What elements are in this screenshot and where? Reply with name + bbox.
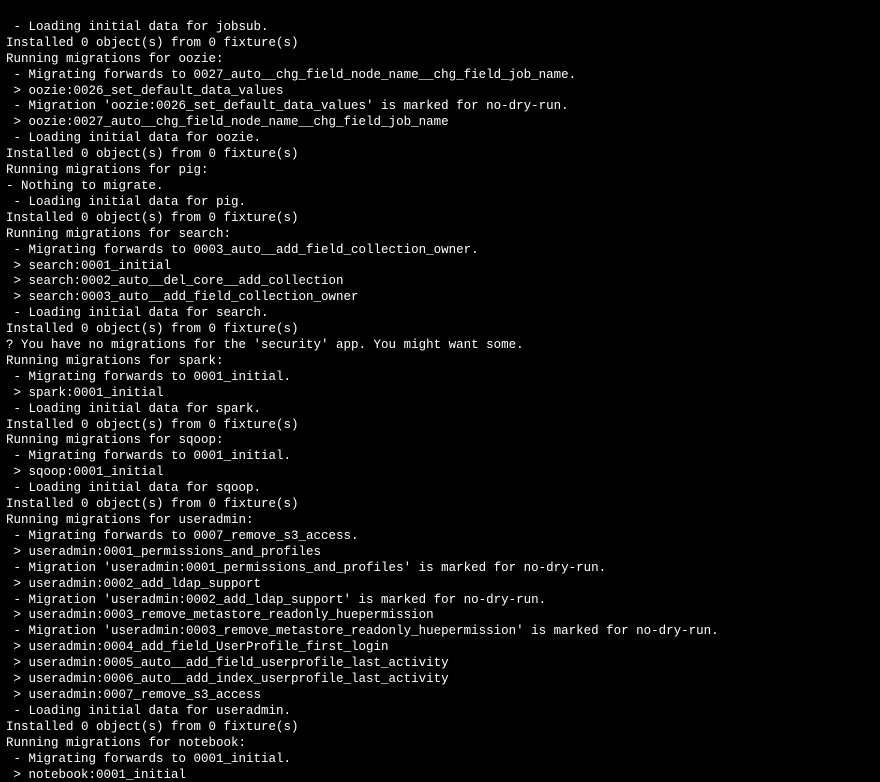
output-line: Running migrations for notebook: <box>6 736 874 752</box>
output-line: > useradmin:0005_auto__add_field_userpro… <box>6 656 874 672</box>
output-line: - Loading initial data for search. <box>6 306 874 322</box>
output-line: > useradmin:0001_permissions_and_profile… <box>6 545 874 561</box>
output-line: > useradmin:0002_add_ldap_support <box>6 577 874 593</box>
output-line: Running migrations for useradmin: <box>6 513 874 529</box>
output-line: Running migrations for oozie: <box>6 52 874 68</box>
output-line: - Migration 'useradmin:0001_permissions_… <box>6 561 874 577</box>
output-line: > useradmin:0004_add_field_UserProfile_f… <box>6 640 874 656</box>
output-line: - Migration 'useradmin:0002_add_ldap_sup… <box>6 593 874 609</box>
output-line: Running migrations for sqoop: <box>6 433 874 449</box>
output-line: > spark:0001_initial <box>6 386 874 402</box>
output-line: - Migration 'oozie:0026_set_default_data… <box>6 99 874 115</box>
output-line: > sqoop:0001_initial <box>6 465 874 481</box>
terminal-output[interactable]: - Loading initial data for jobsub.Instal… <box>0 0 880 782</box>
output-line: Installed 0 object(s) from 0 fixture(s) <box>6 720 874 736</box>
output-line: Installed 0 object(s) from 0 fixture(s) <box>6 418 874 434</box>
output-line: - Migrating forwards to 0001_initial. <box>6 370 874 386</box>
output-line: Installed 0 object(s) from 0 fixture(s) <box>6 322 874 338</box>
output-line: Installed 0 object(s) from 0 fixture(s) <box>6 147 874 163</box>
output-line: > oozie:0027_auto__chg_field_node_name__… <box>6 115 874 131</box>
output-line: Running migrations for pig: <box>6 163 874 179</box>
output-line: - Loading initial data for sqoop. <box>6 481 874 497</box>
output-line: - Migrating forwards to 0007_remove_s3_a… <box>6 529 874 545</box>
output-line: - Migration 'useradmin:0003_remove_metas… <box>6 624 874 640</box>
output-line: - Loading initial data for spark. <box>6 402 874 418</box>
output-line: > useradmin:0006_auto__add_index_userpro… <box>6 672 874 688</box>
output-line: - Migrating forwards to 0027_auto__chg_f… <box>6 68 874 84</box>
output-line: > search:0002_auto__del_core__add_collec… <box>6 274 874 290</box>
output-line: Running migrations for search: <box>6 227 874 243</box>
output-line: - Loading initial data for useradmin. <box>6 704 874 720</box>
output-line: Installed 0 object(s) from 0 fixture(s) <box>6 36 874 52</box>
output-line: - Migrating forwards to 0001_initial. <box>6 752 874 768</box>
output-line: Installed 0 object(s) from 0 fixture(s) <box>6 211 874 227</box>
output-line: Installed 0 object(s) from 0 fixture(s) <box>6 497 874 513</box>
output-line: > search:0001_initial <box>6 259 874 275</box>
output-line: > useradmin:0007_remove_s3_access <box>6 688 874 704</box>
output-line: ? You have no migrations for the 'securi… <box>6 338 874 354</box>
output-line: Running migrations for spark: <box>6 354 874 370</box>
output-line: - Loading initial data for pig. <box>6 195 874 211</box>
output-line: > oozie:0026_set_default_data_values <box>6 84 874 100</box>
output-line: > search:0003_auto__add_field_collection… <box>6 290 874 306</box>
output-line: > notebook:0001_initial <box>6 768 874 782</box>
output-line: - Migrating forwards to 0003_auto__add_f… <box>6 243 874 259</box>
output-line: - Loading initial data for jobsub. <box>6 20 874 36</box>
output-line: > useradmin:0003_remove_metastore_readon… <box>6 608 874 624</box>
output-line: - Migrating forwards to 0001_initial. <box>6 449 874 465</box>
output-line: - Nothing to migrate. <box>6 179 874 195</box>
output-line: - Loading initial data for oozie. <box>6 131 874 147</box>
